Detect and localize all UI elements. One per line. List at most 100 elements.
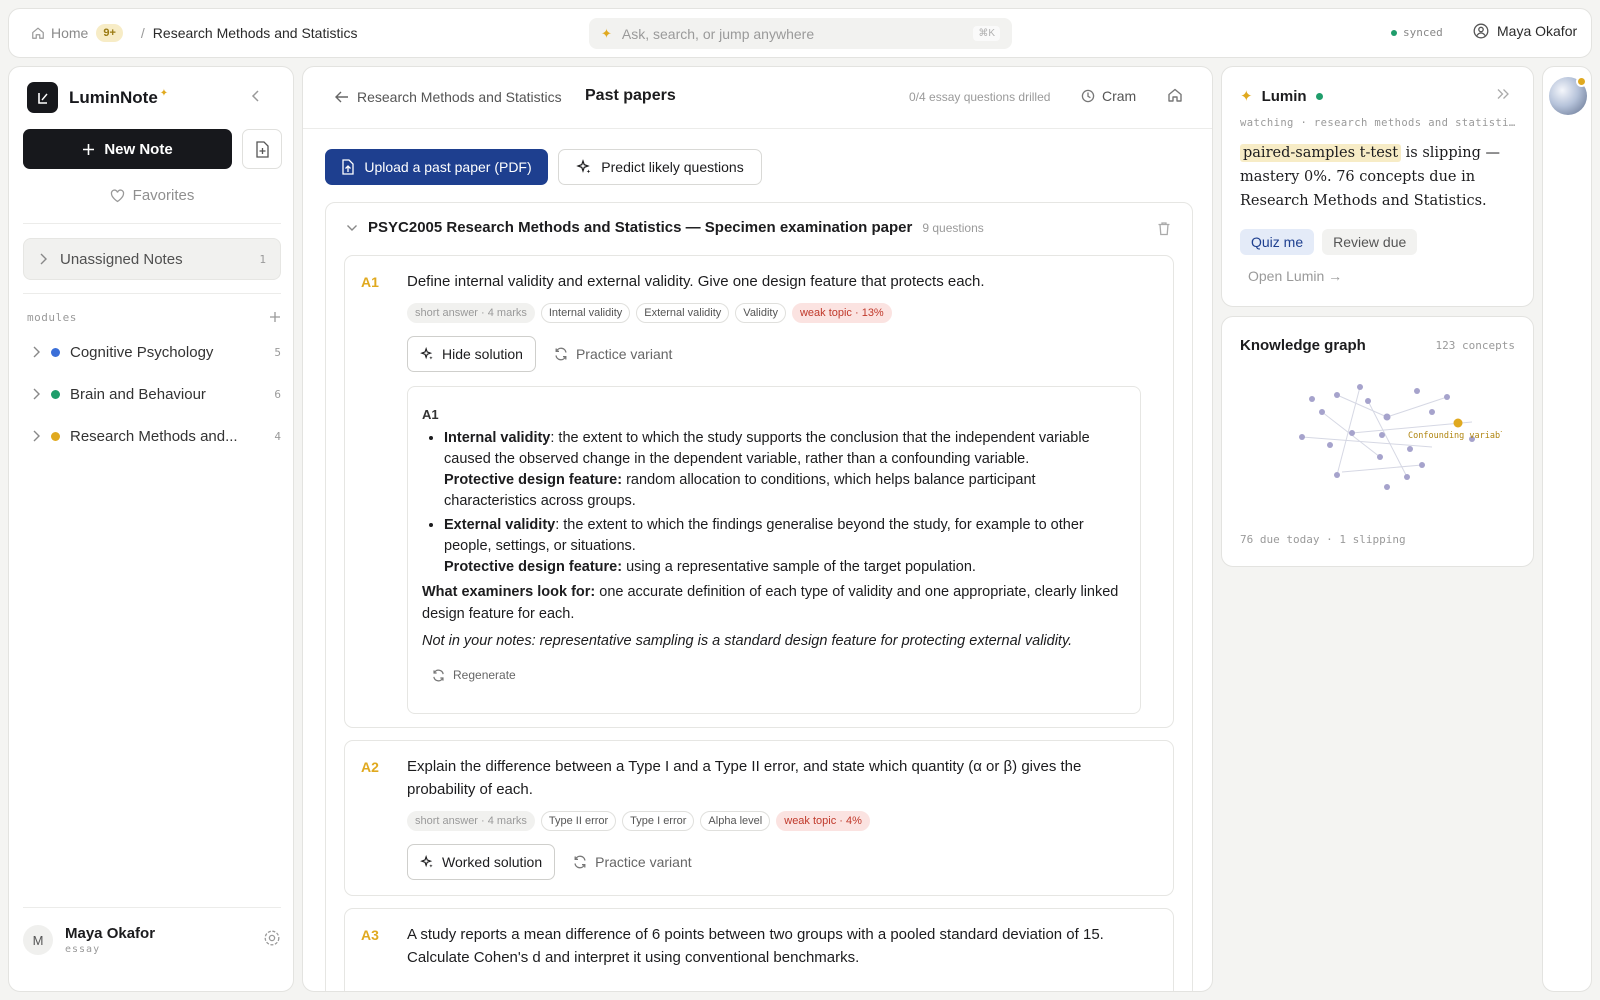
favorites-section[interactable]: Favorites xyxy=(9,187,295,204)
term: Internal validity xyxy=(444,430,551,446)
upload-label: Upload a past paper (PDF) xyxy=(364,159,532,175)
module-label: Brain and Behaviour xyxy=(70,385,206,403)
solution-list: Internal validity: the extent to which t… xyxy=(422,428,1126,578)
refresh-icon xyxy=(555,347,567,361)
module-color-dot xyxy=(51,389,60,399)
module-item-cognitive-psychology[interactable]: Cognitive Psychology 5 xyxy=(31,337,281,367)
trash-icon xyxy=(1158,222,1170,236)
highlighted-concept[interactable]: paired-samples t-test xyxy=(1240,144,1402,162)
past-paper-card: PSYC2005 Research Methods and Statistics… xyxy=(325,202,1193,991)
user-menu[interactable]: Maya Okafor xyxy=(1473,23,1577,39)
back-label: Research Methods and Statistics xyxy=(357,89,562,105)
regenerate-label: Regenerate xyxy=(453,668,516,682)
app-logo: LuminNote ✦ xyxy=(27,82,168,113)
question-tags: short answer · 4 marks Type II error Typ… xyxy=(407,811,870,831)
cram-label: Cram xyxy=(1102,88,1137,104)
highlighted-node-label: Confounding variable xyxy=(1408,431,1502,441)
paper-header[interactable]: PSYC2005 Research Methods and Statistics… xyxy=(346,219,984,236)
home-label: Home xyxy=(51,25,89,41)
breadcrumb-current[interactable]: Research Methods and Statistics xyxy=(153,25,358,41)
highlighted-node[interactable] xyxy=(1453,418,1463,428)
worked-solution-button[interactable]: Worked solution xyxy=(407,844,556,880)
back-link[interactable]: Research Methods and Statistics xyxy=(335,89,562,105)
tag-marks: short answer · 4 marks xyxy=(407,303,535,323)
tag-concept[interactable]: Alpha level xyxy=(700,811,771,831)
delete-paper-button[interactable] xyxy=(1157,221,1171,239)
feature-text: using a representative sample of the tar… xyxy=(622,559,976,575)
module-count: 6 xyxy=(274,387,281,401)
tag-concept[interactable]: Type I error xyxy=(622,811,695,831)
user-name: Maya Okafor xyxy=(65,925,156,942)
new-note-button[interactable]: New Note xyxy=(23,129,232,169)
settings-button[interactable] xyxy=(263,929,281,952)
user-profile[interactable]: M Maya Okafor essay xyxy=(23,915,281,965)
user-info: Maya Okafor essay xyxy=(65,925,155,955)
practice-variant-button[interactable]: Practice variant xyxy=(554,346,672,362)
tag-concept[interactable]: Internal validity xyxy=(540,303,631,323)
home-button[interactable] xyxy=(1167,87,1183,106)
divider xyxy=(23,907,281,908)
gear-icon xyxy=(264,930,280,945)
favorites-label: Favorites xyxy=(132,187,195,204)
logo-mark-icon xyxy=(27,82,58,113)
regenerate-button[interactable]: Regenerate xyxy=(432,668,1126,682)
review-due-button[interactable]: Review due xyxy=(1322,229,1418,255)
chevron-right-icon xyxy=(33,346,40,358)
user-name: Maya Okafor xyxy=(1497,23,1578,39)
home-icon xyxy=(32,27,44,39)
lumin-header: ✦ Lumin xyxy=(1240,87,1323,105)
star-icon: ✦ xyxy=(159,87,169,99)
predict-questions-button[interactable]: Predict likely questions xyxy=(558,149,762,185)
solution-button-label: Hide solution xyxy=(442,346,523,362)
lumin-actions: Quiz me Review due xyxy=(1240,229,1418,255)
solution-item-internal: Internal validity: the extent to which t… xyxy=(444,428,1126,512)
app-name: LuminNote ✦ xyxy=(69,88,168,108)
divider xyxy=(23,293,281,294)
question-text: A study reports a mean difference of 6 p… xyxy=(407,926,1104,966)
breadcrumb: Home 9+ / Research Methods and Statistic… xyxy=(31,9,357,57)
chevron-right-icon xyxy=(33,430,40,442)
heart-icon xyxy=(110,188,124,202)
practice-variant-button[interactable]: Practice variant xyxy=(573,854,692,870)
module-item-brain-and-behaviour[interactable]: Brain and Behaviour 6 xyxy=(31,379,281,409)
module-color-dot xyxy=(51,431,60,441)
right-rail xyxy=(1542,66,1592,992)
new-note-label: New Note xyxy=(104,140,173,158)
open-lumin-link[interactable]: Open Lumin → xyxy=(1248,268,1342,284)
cram-icon xyxy=(1081,89,1095,103)
expand-lumin-button[interactable] xyxy=(1496,87,1510,104)
lumin-name: Lumin xyxy=(1261,87,1307,105)
quiz-me-button[interactable]: Quiz me xyxy=(1240,229,1315,255)
cram-button[interactable]: Cram xyxy=(1081,88,1136,104)
search-shortcut: ⌘K xyxy=(973,26,1000,41)
tag-concept[interactable]: Validity xyxy=(735,303,786,323)
unassigned-notes-item[interactable]: Unassigned Notes 1 xyxy=(23,238,281,280)
search-placeholder: Ask, search, or jump anywhere xyxy=(621,25,815,42)
search-input[interactable]: ✦ Ask, search, or jump anywhere ⌘K xyxy=(589,18,1012,49)
chevron-right-icon xyxy=(40,253,47,265)
module-color-dot xyxy=(51,347,60,357)
main-panel: Research Methods and Statistics Past pap… xyxy=(302,66,1213,992)
sparkles-icon xyxy=(576,159,591,174)
import-file-button[interactable] xyxy=(242,129,282,169)
sparkles-icon xyxy=(420,855,433,868)
upload-past-paper-button[interactable]: Upload a past paper (PDF) xyxy=(325,149,548,185)
question-card-a2: A2 Explain the difference between a Type… xyxy=(344,740,1174,896)
tag-concept[interactable]: External validity xyxy=(636,303,730,323)
home-link[interactable]: Home xyxy=(31,25,88,41)
notification-badge[interactable]: 9+ xyxy=(96,24,123,42)
tag-concept[interactable]: Type II error xyxy=(540,811,617,831)
module-label: Cognitive Psychology xyxy=(70,343,214,361)
add-module-button[interactable] xyxy=(269,307,281,328)
avatar: M xyxy=(23,925,53,955)
module-item-research-methods[interactable]: Research Methods and... 4 xyxy=(31,421,281,451)
question-card-a3: A3 A study reports a mean difference of … xyxy=(344,908,1174,991)
hide-solution-button[interactable]: Hide solution xyxy=(407,336,536,372)
knowledge-graph-visual[interactable]: Confounding variable xyxy=(1282,377,1502,507)
module-count: 5 xyxy=(274,345,281,359)
collapse-sidebar-button[interactable] xyxy=(249,87,263,108)
plus-icon xyxy=(270,312,280,322)
sync-dot-icon xyxy=(1391,29,1397,36)
examiners-label: What examiners look for: xyxy=(422,584,596,600)
tag-weak-topic: weak topic · 13% xyxy=(791,303,892,323)
